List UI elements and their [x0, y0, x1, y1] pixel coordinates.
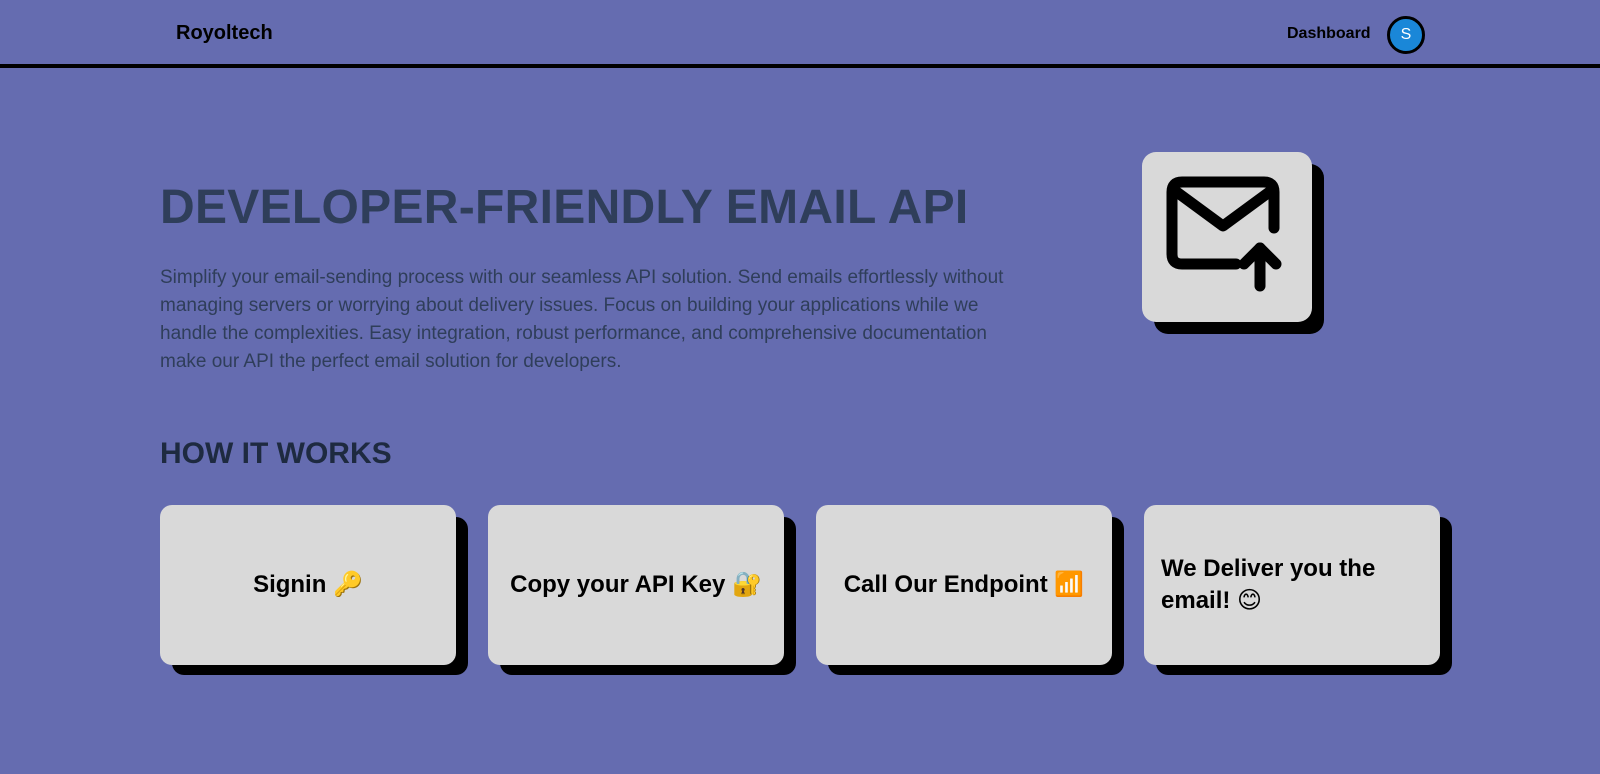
brand-logo[interactable]: Royoltech — [176, 22, 273, 45]
hero-title: DEVELOPER-FRIENDLY EMAIL API — [160, 181, 969, 234]
avatar-initial: S — [1400, 26, 1412, 43]
user-avatar[interactable]: S — [1387, 16, 1425, 54]
step-card-signin[interactable]: Signin 🔑 — [160, 505, 456, 665]
how-it-works-title: HOW IT WORKS — [160, 437, 392, 470]
step-card-deliver-email[interactable]: We Deliver you the email! 😊 — [1144, 505, 1440, 665]
step-label: Copy your API Key 🔐 — [510, 571, 762, 598]
step-label: Signin 🔑 — [253, 571, 363, 598]
step-label: We Deliver you the email! 😊 — [1161, 555, 1376, 614]
navbar: Royoltech Dashboard S — [0, 0, 1600, 68]
step-label: Call Our Endpoint 📶 — [843, 571, 1085, 598]
step-card-copy-api-key[interactable]: Copy your API Key 🔐 — [488, 505, 784, 665]
mail-upload-icon — [1166, 176, 1282, 292]
hero-icon-card — [1142, 152, 1312, 322]
dashboard-link[interactable]: Dashboard — [1287, 25, 1371, 43]
hero-description: Simplify your email-sending process with… — [160, 267, 1004, 372]
step-card-call-endpoint[interactable]: Call Our Endpoint 📶 — [816, 505, 1112, 665]
